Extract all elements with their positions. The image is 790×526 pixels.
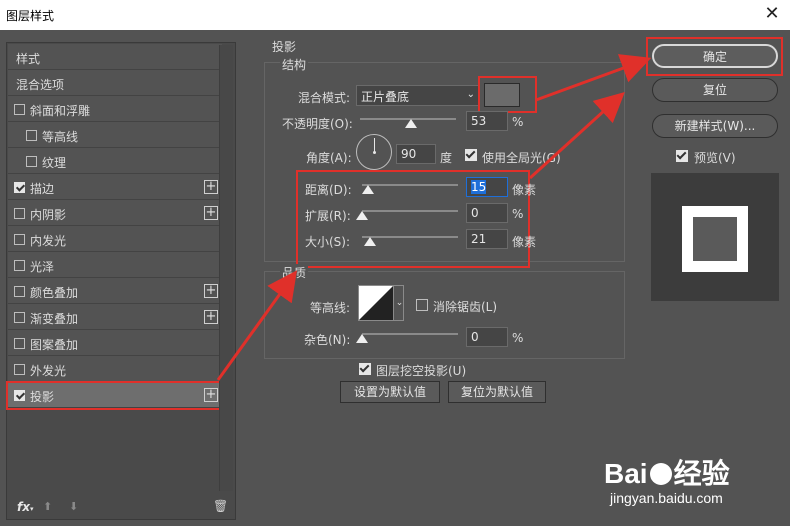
arrow-to-quality <box>216 270 298 381</box>
annotation-arrows <box>216 54 652 381</box>
watermark-logo: Bai 经验 <box>604 458 730 489</box>
watermark-url: jingyan.baidu.com <box>610 490 723 506</box>
arrow-to-color <box>528 91 625 180</box>
arrow-to-ok <box>535 54 652 102</box>
